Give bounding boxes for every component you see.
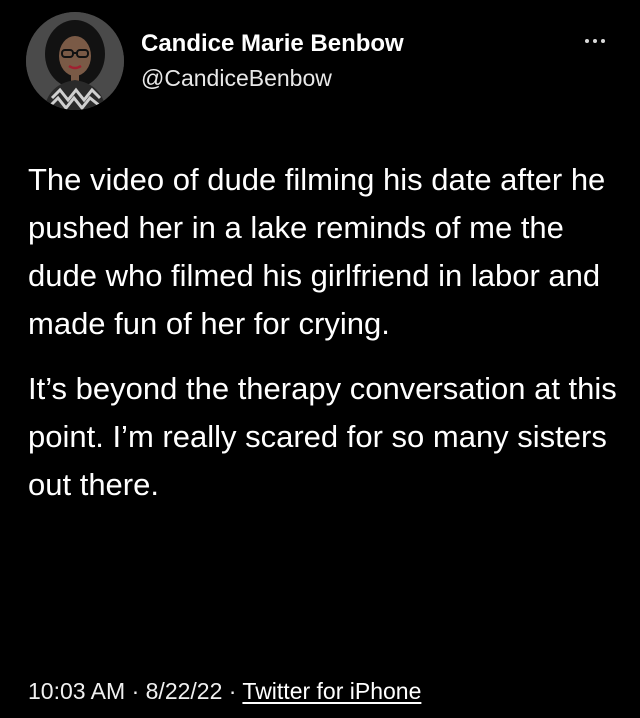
author-handle[interactable]: @CandiceBenbow — [141, 63, 404, 93]
tweet-text: The video of dude filming his date after… — [28, 156, 618, 509]
more-dot — [601, 39, 605, 43]
tweet-paragraph-1: The video of dude filming his date after… — [28, 162, 606, 341]
meta-separator: · — [222, 678, 243, 704]
tweet-meta: 10:03 AM · 8/22/22 · Twitter for iPhone — [28, 676, 421, 706]
author-names: Candice Marie Benbow @CandiceBenbow — [141, 30, 404, 93]
more-dot — [593, 39, 597, 43]
profile-avatar-image — [26, 12, 124, 110]
meta-separator: · — [125, 678, 146, 704]
tweet-paragraph-2: It’s beyond the therapy conversation at … — [28, 371, 617, 502]
tweet-card: Candice Marie Benbow @CandiceBenbow The … — [0, 0, 640, 718]
tweet-header: Candice Marie Benbow @CandiceBenbow — [26, 12, 614, 112]
tweet-source-link[interactable]: Twitter for iPhone — [242, 678, 421, 704]
more-options-icon[interactable] — [580, 34, 610, 48]
more-dot — [585, 39, 589, 43]
tweet-time[interactable]: 10:03 AM — [28, 678, 125, 704]
avatar[interactable] — [26, 12, 124, 110]
author-display-name[interactable]: Candice Marie Benbow — [141, 30, 404, 58]
tweet-date[interactable]: 8/22/22 — [146, 678, 223, 704]
